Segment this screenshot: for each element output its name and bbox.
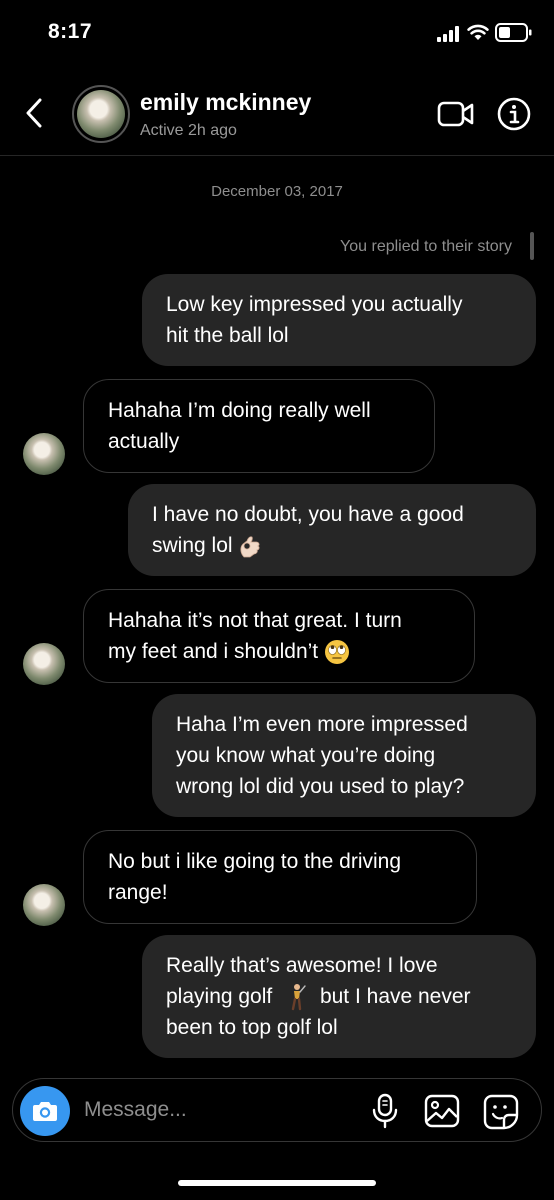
message-line: you know what you’re doing bbox=[176, 744, 436, 767]
outgoing-message[interactable]: Low key impressed you actually hit the b… bbox=[142, 274, 536, 366]
video-camera-icon[interactable] bbox=[437, 100, 475, 128]
message-line: Haha I’m even more impressed bbox=[176, 713, 468, 736]
contact-name[interactable]: emily mckinney bbox=[140, 89, 311, 116]
home-indicator[interactable] bbox=[178, 1180, 376, 1186]
info-icon[interactable] bbox=[497, 97, 531, 131]
story-reply-note: You replied to their story bbox=[340, 238, 512, 255]
contact-activity-status: Active 2h ago bbox=[140, 122, 237, 139]
message-line: playing golf but I have never bbox=[166, 981, 512, 1012]
chat-header: emily mckinney Active 2h ago bbox=[0, 70, 554, 156]
status-bar: 8:17 bbox=[0, 0, 554, 70]
incoming-message[interactable]: No but i like going to the driving range… bbox=[83, 830, 477, 924]
sender-avatar[interactable] bbox=[23, 884, 65, 926]
outgoing-message[interactable]: Haha I’m even more impressed you know wh… bbox=[152, 694, 536, 817]
message-input[interactable]: Message... bbox=[84, 1098, 187, 1122]
message-line: been to top golf lol bbox=[166, 1016, 338, 1039]
message-line: Hahaha I’m doing really well bbox=[108, 399, 371, 422]
message-line: Low key impressed you actually bbox=[166, 293, 463, 316]
story-reply-indicator[interactable] bbox=[530, 232, 534, 260]
wifi-icon bbox=[467, 24, 489, 40]
status-time: 8:17 bbox=[48, 20, 93, 43]
message-line: No but i like going to the driving bbox=[108, 850, 402, 873]
sender-avatar[interactable] bbox=[23, 433, 65, 475]
outgoing-message[interactable]: Really that’s awesome! I love playing go… bbox=[142, 935, 536, 1058]
message-line: actually bbox=[108, 430, 180, 453]
conversation-date: December 03, 2017 bbox=[211, 183, 343, 200]
message-line: my feet and i shouldn’t bbox=[108, 636, 450, 667]
message-line: swing lol bbox=[152, 530, 512, 561]
camera-icon bbox=[33, 1102, 57, 1121]
outgoing-message[interactable]: I have no doubt, you have a good swing l… bbox=[128, 484, 536, 576]
message-line: I have no doubt, you have a good bbox=[152, 503, 464, 526]
message-line: Hahaha it’s not that great. I turn bbox=[108, 609, 402, 632]
message-line: wrong lol did you used to play? bbox=[176, 775, 465, 798]
ok-hand-emoji-icon bbox=[240, 536, 260, 558]
back-chevron-icon[interactable] bbox=[22, 96, 48, 130]
message-line: hit the ball lol bbox=[166, 324, 289, 347]
cellular-signal-icon bbox=[437, 26, 459, 42]
incoming-message[interactable]: Hahaha it’s not that great. I turn my fe… bbox=[83, 589, 475, 683]
message-line: range! bbox=[108, 881, 168, 904]
message-line: Really that’s awesome! I love bbox=[166, 954, 438, 977]
microphone-icon[interactable] bbox=[371, 1093, 399, 1129]
battery-icon bbox=[495, 23, 532, 42]
camera-button[interactable] bbox=[20, 1086, 70, 1136]
eye-roll-emoji-icon bbox=[324, 640, 349, 665]
golfer-emoji-icon bbox=[291, 984, 306, 1011]
sticker-icon[interactable] bbox=[483, 1094, 519, 1130]
incoming-message[interactable]: Hahaha I’m doing really well actually bbox=[83, 379, 435, 473]
sender-avatar[interactable] bbox=[23, 643, 65, 685]
photo-icon[interactable] bbox=[424, 1094, 460, 1128]
message-composer: Message... bbox=[12, 1078, 542, 1142]
contact-avatar[interactable] bbox=[72, 85, 130, 143]
